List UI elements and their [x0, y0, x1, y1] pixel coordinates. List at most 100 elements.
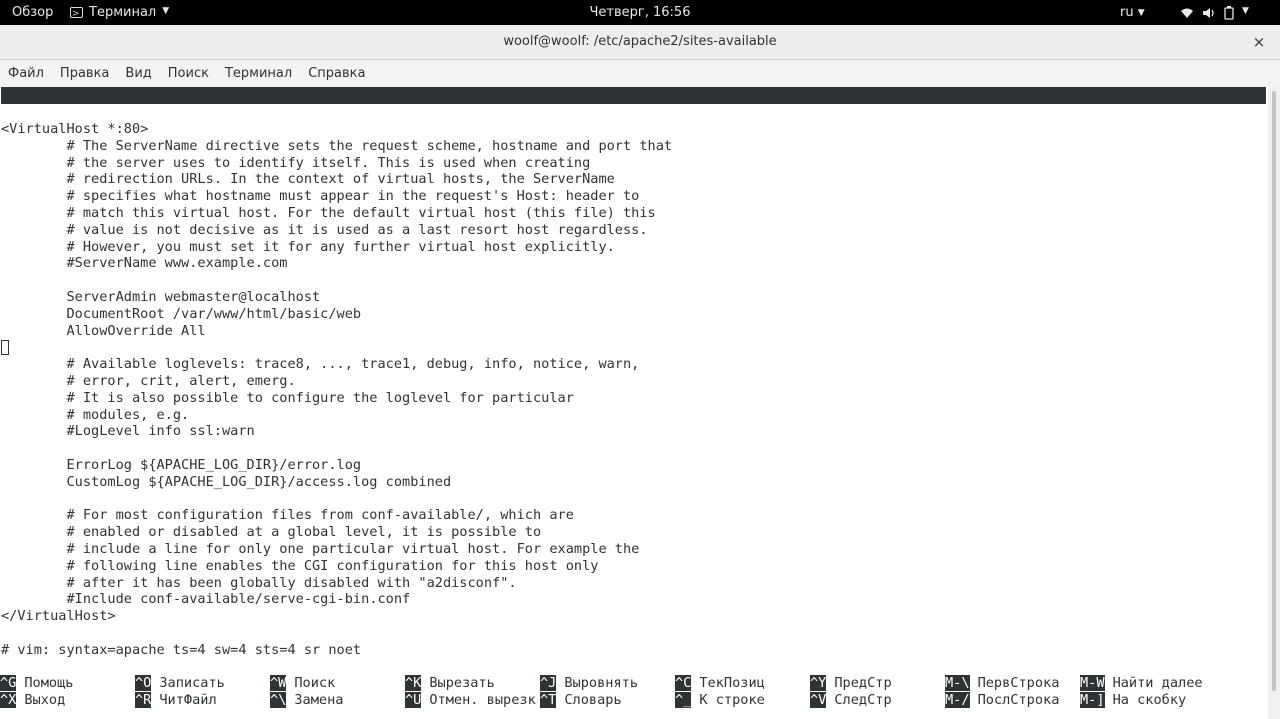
shortcut-key: ^X [0, 692, 17, 708]
shortcut-key: ^V [810, 692, 827, 708]
shortcut-item: ^C ТекПозиц [675, 675, 765, 692]
shortcut-key: ^C [675, 675, 692, 691]
shortcut-item: ^W Поиск [270, 675, 335, 692]
shortcut-key: M-/ [945, 692, 970, 708]
shortcut-key: ^W [270, 675, 287, 691]
shortcut-item: ^Y ПредСтр [810, 675, 892, 692]
terminal-icon [70, 2, 83, 27]
shortcut-item: ^G Помощь [0, 675, 73, 692]
editor-line: # match this virtual host. For the defau… [1, 204, 656, 221]
editor-line: </VirtualHost> [1, 608, 116, 625]
shortcut-key: ^G [0, 675, 17, 691]
shortcut-label: Вырезать [429, 675, 495, 691]
editor-line: # For most configuration files from conf… [1, 507, 574, 524]
shortcut-key: ^U [405, 692, 422, 708]
window-title: woolf@woolf: /etc/apache2/sites-availabl… [503, 34, 777, 49]
menu-file[interactable]: Файл [8, 66, 44, 81]
editor-line: #Include conf-available/serve-cgi-bin.co… [1, 591, 411, 608]
shortcut-item: ^X Выход [0, 692, 65, 709]
shortcut-item: ^J Выровнять [540, 675, 638, 692]
editor-line: # after it has been globally disabled wi… [1, 574, 517, 591]
shortcut-item: ^O Записать [135, 675, 225, 692]
activities-button[interactable]: Обзор [12, 0, 53, 25]
app-menu-label: Терминал [89, 5, 157, 20]
close-icon[interactable]: × [1248, 31, 1270, 53]
terminal-area[interactable]: GNU nano 2.7.4 Файл: 000-default.conf Из… [0, 87, 1268, 719]
menu-edit[interactable]: Правка [60, 66, 109, 81]
editor-line: # However, you must set it for any furth… [1, 238, 615, 255]
editor-line: AllowOverride All [1, 322, 206, 339]
menu-view[interactable]: Вид [125, 66, 151, 81]
shortcut-label: На скобку [1112, 692, 1187, 708]
editor-line: # redirection URLs. In the context of vi… [1, 171, 615, 188]
menu-search[interactable]: Поиск [168, 66, 209, 81]
shortcut-label: Отмен. вырезк [429, 692, 536, 708]
shortcuts-row-2: ^X Выход ^R ЧитФайл ^\ Замена ^U Отмен. вырезк ^… [0, 692, 1268, 709]
shortcut-label: ПослСтрока [977, 692, 1060, 708]
shortcut-item: ^T Словарь [540, 692, 622, 709]
wifi-icon [1181, 8, 1193, 18]
chevron-down-icon: ▼ [1242, 6, 1249, 16]
editor-line: # include a line for only one particular… [1, 540, 640, 557]
shortcut-item: M-] На скобку [1080, 692, 1186, 709]
clock[interactable]: Четверг, 16:56 [590, 5, 691, 20]
chevron-down-icon: ▼ [162, 6, 170, 16]
shortcut-label: Выровнять [564, 675, 639, 691]
editor-text[interactable]: <VirtualHost *:80> # The ServerName dire… [1, 121, 672, 659]
menu-bar: Файл Правка Вид Поиск Терминал Справка [0, 60, 1280, 87]
language-label: ru [1120, 5, 1134, 20]
editor-line: # It is also possible to configure the l… [1, 389, 574, 406]
editor-line: #ServerName www.example.com [1, 255, 288, 272]
system-menu[interactable]: ▼ [1180, 0, 1249, 25]
shortcut-item: M-\ ПервСтрока [945, 675, 1059, 692]
clock-container: Четверг, 16:56 [0, 0, 1280, 25]
editor-line: <VirtualHost *:80> [1, 121, 149, 137]
shortcut-key: ^_ [675, 692, 692, 708]
editor-line: DocumentRoot /var/www/html/basic/web [1, 305, 362, 322]
editor-line: # following line enables the CGI configu… [1, 557, 599, 574]
shortcut-key: ^R [135, 692, 152, 708]
language-switcher[interactable]: ru ▼ [1120, 0, 1145, 25]
editor-line: ServerAdmin webmaster@localhost [1, 288, 321, 305]
menu-help[interactable]: Справка [308, 66, 365, 81]
shortcut-label: Замена [294, 692, 344, 708]
editor-line: # modules, e.g. [1, 406, 190, 423]
app-menu-button[interactable]: Терминал ▼ [70, 0, 170, 27]
editor-line: # specifies what hostname must appear in… [1, 188, 640, 205]
shortcut-label: ПредСтр [834, 675, 892, 691]
battery-icon [1224, 5, 1234, 20]
shortcut-key: M-W [1080, 675, 1105, 691]
editor-line: # The ServerName directive sets the requ… [1, 137, 673, 154]
shortcut-item: M-/ ПослСтрока [945, 692, 1059, 709]
shortcut-key: ^O [135, 675, 152, 691]
shortcut-label: Поиск [294, 675, 336, 691]
editor-line: # value is not decisive as it is used as… [1, 221, 648, 238]
editor-line: ErrorLog ${APACHE_LOG_DIR}/error.log [1, 456, 362, 473]
nano-header: GNU nano 2.7.4 Файл: 000-default.conf Из… [1, 87, 1266, 154]
shortcut-key: ^\ [270, 692, 287, 708]
shortcut-label: Помощь [24, 675, 74, 691]
scrollbar-thumb[interactable] [1272, 91, 1276, 691]
shortcut-key: ^T [540, 692, 557, 708]
editor-line: # the server uses to identify itself. Th… [1, 154, 591, 171]
scrollbar[interactable] [1268, 87, 1280, 719]
editor-line: CustomLog ${APACHE_LOG_DIR}/access.log c… [1, 473, 452, 490]
shortcut-item: ^U Отмен. вырезк [405, 692, 536, 709]
nano-version: GNU nano 2.7.4 [17, 104, 132, 120]
editor-line: #LogLevel info ssl:warn [1, 423, 255, 440]
shortcut-item: M-W Найти далее [1080, 675, 1203, 692]
shortcut-item: ^V СледСтр [810, 692, 892, 709]
text-cursor [1, 340, 9, 355]
shortcut-label: ПервСтрока [977, 675, 1060, 691]
shortcut-label: Словарь [564, 692, 622, 708]
shortcut-label: Найти далее [1112, 675, 1203, 691]
editor-line: # enabled or disabled at a global level,… [1, 524, 542, 541]
chevron-down-icon: ▼ [1137, 8, 1145, 18]
menu-terminal[interactable]: Терминал [225, 66, 292, 81]
shortcut-key: M-] [1080, 692, 1105, 708]
